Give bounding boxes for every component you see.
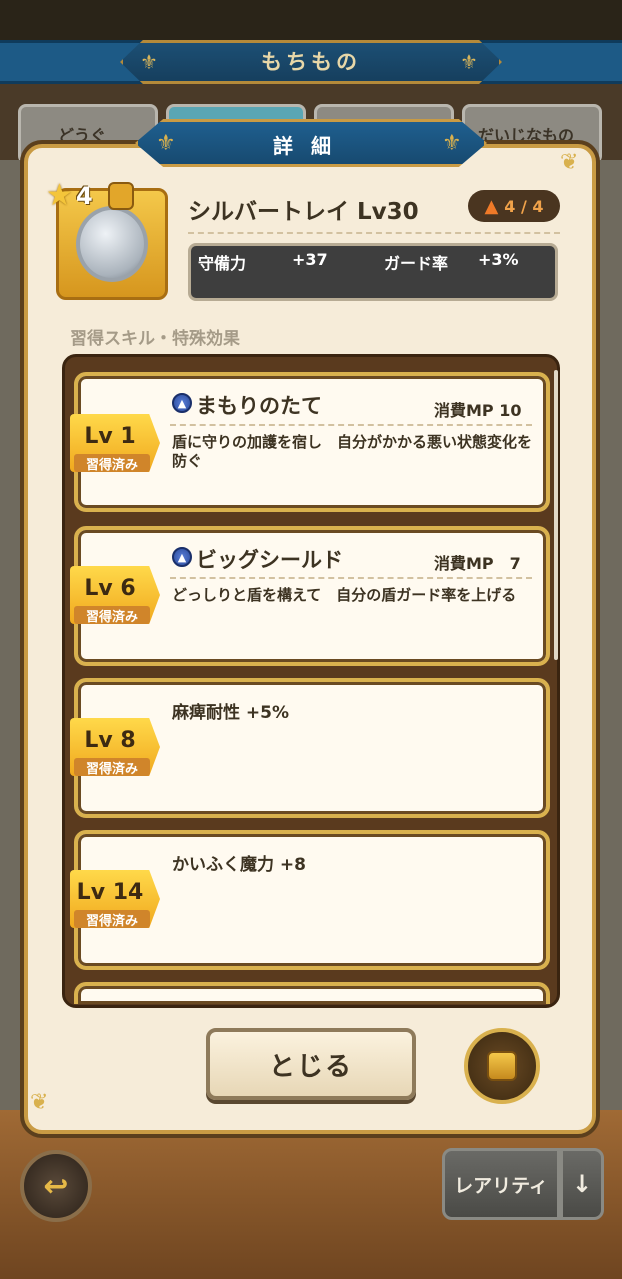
section-label: 習得スキル・特殊効果: [70, 329, 240, 349]
stat-value: +37: [292, 250, 328, 269]
item-name: シルバートレイ Lv30: [188, 199, 419, 225]
lock-toggle-button[interactable]: [464, 1028, 540, 1104]
learned-status: 習得済み: [74, 454, 150, 473]
learned-status: 習得済み: [74, 758, 150, 777]
learned-status: 習得済み: [74, 606, 150, 625]
back-icon: ↩: [43, 1168, 69, 1204]
rank-text: 4 / 4: [504, 196, 544, 216]
stat-value: +3%: [478, 250, 519, 269]
corner-ornament-icon: ❦: [560, 150, 579, 175]
skill-effect: かいふく魔力 +8: [172, 855, 306, 875]
tab-dougu-label: どうぐ: [58, 126, 107, 145]
fleur-icon: ⚜: [442, 131, 462, 156]
rank-badge: ▲ 4 / 4: [468, 190, 560, 222]
corner-ornament-icon: ❦: [30, 1090, 49, 1115]
skill-name: まもりのたて: [196, 394, 322, 418]
close-button[interactable]: とじる: [206, 1028, 416, 1100]
level-number: Lv 1: [84, 424, 136, 449]
status-area: [0, 0, 622, 40]
stat-label: ガード率: [384, 254, 449, 273]
tab-daijinamono-label: だいじなもの: [478, 126, 575, 145]
sort-order-button[interactable]: ↓: [560, 1148, 604, 1220]
learned-status: 習得済み: [74, 910, 150, 929]
rank-up-icon: ▲: [484, 195, 499, 217]
stat-label: 守備力: [198, 254, 247, 273]
back-button[interactable]: ↩: [20, 1150, 92, 1222]
fleur-icon: ⚜: [156, 131, 176, 156]
star-icon: ★: [46, 178, 73, 213]
divider: [188, 232, 560, 234]
skill-mp-cost: 消費MP 10: [434, 401, 522, 420]
skill-orb-icon: ▲: [172, 547, 192, 567]
skill-effect: 麻痺耐性 +5%: [172, 703, 290, 723]
close-button-label: とじる: [268, 1051, 353, 1082]
level-number: Lv 8: [84, 728, 136, 753]
lock-icon: [487, 1051, 517, 1081]
lock-icon: [108, 182, 134, 210]
level-number: Lv 14: [76, 880, 144, 905]
sort-rarity-button[interactable]: レアリティ: [442, 1148, 560, 1220]
header-title: もちもの: [261, 50, 361, 74]
skill-mp-cost: 消費MP 7: [434, 554, 521, 573]
skill-orb-icon: ▲: [172, 393, 192, 413]
scrollbar[interactable]: [554, 370, 558, 660]
fleur-icon: ⚜: [460, 50, 478, 74]
rarity-stars: 4: [76, 182, 93, 210]
level-number: Lv 6: [84, 576, 136, 601]
skill-name: ビッグシールド: [196, 548, 343, 572]
divider: [170, 577, 532, 579]
divider: [170, 424, 532, 426]
dialog-title: 詳細: [273, 134, 349, 158]
list-item-partial: [74, 982, 550, 1004]
skill-description: どっしりと盾を構えて 自分の盾ガード率を上げる: [172, 586, 517, 604]
skill-description: 盾に守りの加護を宿し 自分がかかる悪い状態変化を防ぐ: [172, 433, 533, 470]
silver-tray-icon: [76, 206, 148, 282]
fleur-icon: ⚜: [140, 50, 158, 74]
